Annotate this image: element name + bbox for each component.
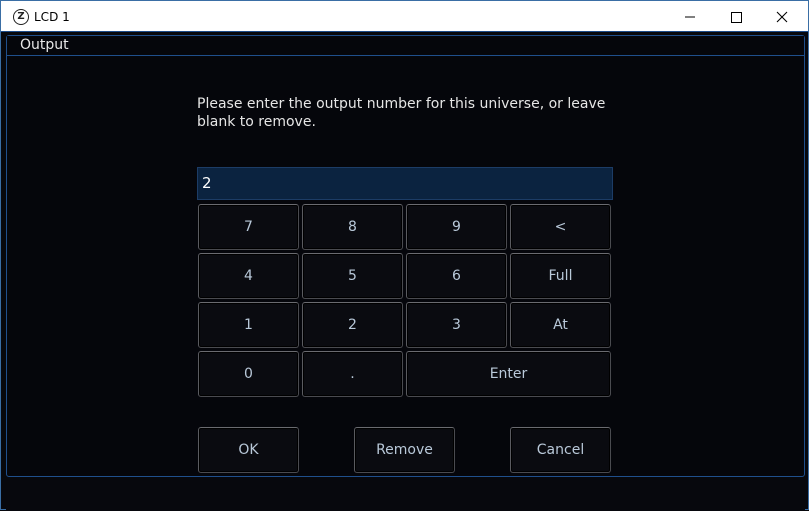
panel-header: Output bbox=[7, 36, 804, 56]
app-logo-icon: Z bbox=[13, 9, 29, 25]
at-key[interactable]: At bbox=[510, 302, 611, 348]
key-8[interactable]: 8 bbox=[302, 204, 403, 250]
cancel-button[interactable]: Cancel bbox=[510, 427, 611, 473]
maximize-icon bbox=[731, 12, 742, 23]
close-button[interactable] bbox=[759, 1, 805, 32]
key-9[interactable]: 9 bbox=[406, 204, 507, 250]
ok-button[interactable]: OK bbox=[198, 427, 299, 473]
window-title: LCD 1 bbox=[34, 10, 70, 24]
enter-key[interactable]: Enter bbox=[406, 351, 611, 397]
minimize-button[interactable] bbox=[667, 1, 713, 32]
bottom-strip bbox=[6, 480, 805, 511]
key-4[interactable]: 4 bbox=[198, 253, 299, 299]
key-2[interactable]: 2 bbox=[302, 302, 403, 348]
output-number-input[interactable]: 2 bbox=[197, 167, 613, 200]
full-key[interactable]: Full bbox=[510, 253, 611, 299]
remove-button[interactable]: Remove bbox=[354, 427, 455, 473]
key-3[interactable]: 3 bbox=[406, 302, 507, 348]
key-7[interactable]: 7 bbox=[198, 204, 299, 250]
title-bar[interactable]: Z LCD 1 bbox=[1, 1, 808, 32]
app-window: Z LCD 1 Output Please enter the output n… bbox=[0, 0, 809, 511]
minimize-icon bbox=[685, 16, 695, 18]
key-5[interactable]: 5 bbox=[302, 253, 403, 299]
decimal-point-key[interactable]: . bbox=[302, 351, 403, 397]
panel-title: Output bbox=[20, 37, 69, 53]
key-0[interactable]: 0 bbox=[198, 351, 299, 397]
maximize-button[interactable] bbox=[713, 1, 759, 32]
prompt-text: Please enter the output number for this … bbox=[197, 96, 606, 130]
close-icon bbox=[776, 11, 788, 23]
backspace-key[interactable]: < bbox=[510, 204, 611, 250]
key-6[interactable]: 6 bbox=[406, 253, 507, 299]
key-1[interactable]: 1 bbox=[198, 302, 299, 348]
